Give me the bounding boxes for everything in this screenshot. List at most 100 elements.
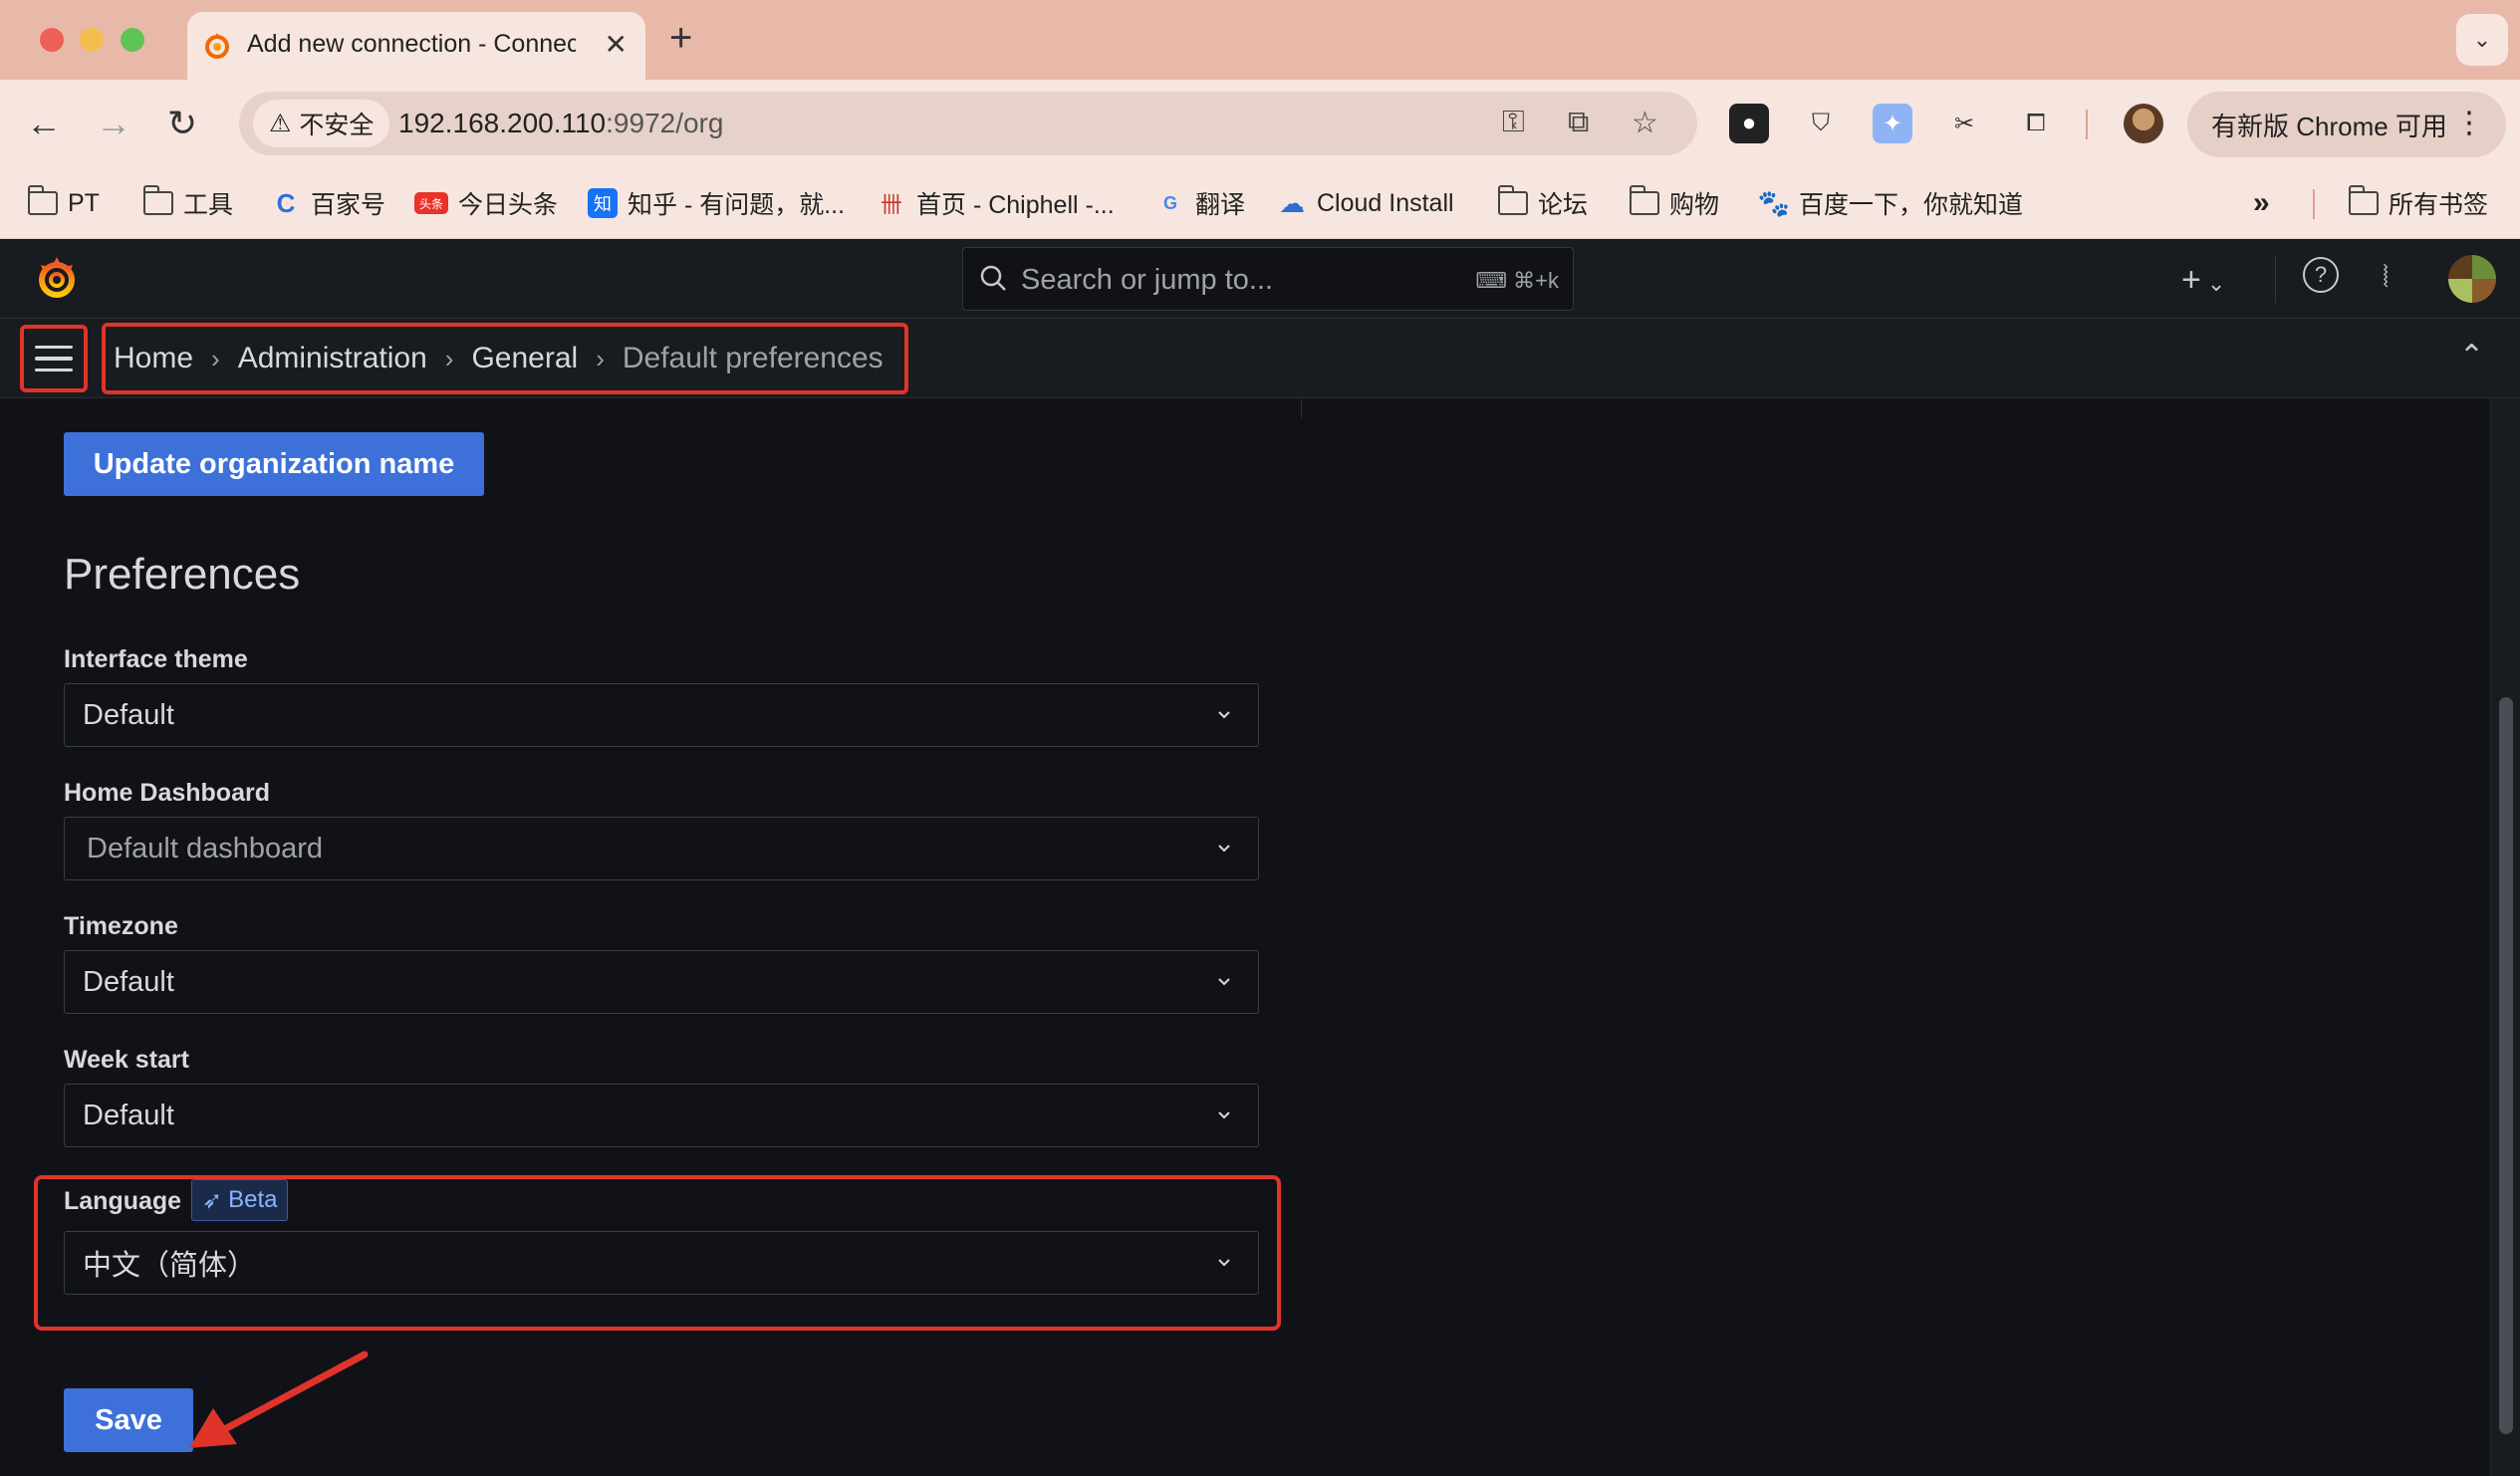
bookmark-item[interactable]: 头条 今日头条: [414, 183, 558, 223]
address-bar[interactable]: ⚠ 不安全 192.168.200.110:9972/org ⚿ ⧉ ☆: [239, 92, 1697, 155]
language-value: 中文（简体）: [83, 1250, 257, 1282]
new-tab-button[interactable]: +: [669, 18, 692, 58]
home-dashboard-placeholder: Default dashboard: [87, 832, 323, 864]
bookmark-item[interactable]: C 百家号: [271, 183, 385, 223]
menu-toggle-button[interactable]: [20, 325, 88, 392]
minimize-window-button[interactable]: [80, 28, 104, 52]
translate-extension-icon[interactable]: ✦: [1873, 104, 1912, 143]
tab-title: Add new connection - Connec: [247, 30, 576, 58]
grafana-logo-icon[interactable]: [32, 253, 82, 303]
search-input[interactable]: Search or jump to... ⌨ ⌘+k: [962, 247, 1574, 311]
translate-page-icon[interactable]: ⧉: [1568, 106, 1589, 139]
extension-icon[interactable]: ●: [1729, 104, 1769, 143]
close-window-button[interactable]: [40, 28, 64, 52]
toolbar-divider: [2086, 110, 2088, 139]
chevron-down-icon: [1218, 711, 1230, 719]
profile-avatar[interactable]: [2124, 104, 2163, 143]
timezone-select[interactable]: Default: [64, 950, 1259, 1014]
week-start-label: Week start: [64, 1046, 189, 1074]
forward-icon[interactable]: →: [96, 104, 131, 143]
chevron-right-icon: ›: [211, 343, 220, 373]
folder-icon: [1629, 185, 1659, 215]
chevron-up-icon[interactable]: ⌃: [2459, 339, 2484, 373]
zhihu-icon: 知: [588, 188, 618, 218]
shield-extension-icon[interactable]: ⛉: [1801, 104, 1841, 143]
help-icon[interactable]: ?: [2303, 257, 2339, 293]
browser-tab[interactable]: Add new connection - Connec ✕: [187, 12, 645, 80]
search-placeholder: Search or jump to...: [1021, 264, 1274, 296]
bookmark-item[interactable]: ☁ Cloud Install: [1277, 183, 1454, 223]
grafana-favicon-icon: [205, 33, 229, 59]
security-chip[interactable]: ⚠ 不安全: [253, 100, 390, 147]
scrollbar[interactable]: [2490, 398, 2520, 1476]
warning-icon: ⚠: [269, 110, 292, 137]
keyboard-shortcut-hint: ⌨ ⌘+k: [1475, 268, 1559, 293]
interface-theme-select[interactable]: Default: [64, 683, 1259, 747]
baidu-icon: 🐾: [1757, 187, 1791, 218]
chevron-right-icon: ›: [444, 343, 454, 373]
preferences-title: Preferences: [64, 550, 301, 599]
bookmark-item[interactable]: 卌首页 - Chiphell -...: [877, 183, 1115, 223]
keyboard-icon: ⌨: [1475, 268, 1514, 293]
add-new-icon[interactable]: + ⌄: [2181, 261, 2225, 300]
folder-icon: [2348, 185, 2379, 215]
home-dashboard-select[interactable]: Default dashboard: [64, 817, 1259, 880]
breadcrumb-current: Default preferences: [622, 342, 883, 374]
bookmark-item[interactable]: G 翻译: [1155, 183, 1245, 223]
bookmark-star-icon[interactable]: ☆: [1632, 106, 1658, 140]
breadcrumb-home[interactable]: Home: [114, 342, 193, 375]
bookmarks-bar: PT 工具 C 百家号 头条 今日头条 知知乎 - 有问题，就... 卌首页 - C…: [0, 167, 2520, 239]
topbar-divider: [2275, 255, 2276, 303]
folder-icon: [1497, 185, 1528, 215]
breadcrumb: Home › Administration › General › Defaul…: [102, 323, 908, 394]
folder-icon: [27, 185, 58, 215]
home-dashboard-label: Home Dashboard: [64, 779, 270, 807]
user-avatar[interactable]: [2448, 255, 2496, 303]
search-icon: [980, 265, 1006, 291]
save-button[interactable]: Save: [64, 1388, 193, 1452]
bookmark-item[interactable]: 论坛: [1497, 183, 1588, 223]
timezone-value: Default: [83, 965, 174, 998]
chrome-update-button[interactable]: 有新版 Chrome 可用 ⋮: [2187, 92, 2506, 157]
more-bookmarks-icon[interactable]: »: [2253, 183, 2270, 223]
week-start-select[interactable]: Default: [64, 1084, 1259, 1147]
screenshot-extension-icon[interactable]: ✂: [1944, 104, 1984, 143]
bookmarks-divider: [2313, 189, 2315, 219]
extensions-puzzle-icon[interactable]: ⧠: [2016, 104, 2056, 143]
password-key-icon[interactable]: ⚿: [1502, 106, 1525, 139]
toutiao-icon: 头条: [414, 192, 448, 214]
tab-close-icon[interactable]: ✕: [605, 28, 628, 61]
annotation-arrow-icon: [189, 1351, 369, 1448]
chevron-down-icon: [1218, 978, 1230, 986]
update-organization-name-button[interactable]: Update organization name: [64, 432, 484, 496]
bookmark-item[interactable]: 知知乎 - 有问题，就...: [588, 183, 845, 223]
week-start-value: Default: [83, 1099, 174, 1131]
chrome-update-label: 有新版 Chrome 可用: [2211, 111, 2447, 141]
bookmark-item[interactable]: 购物: [1629, 183, 1719, 223]
beta-badge: ➶ Beta: [191, 1179, 289, 1221]
grafana-breadcrumb-bar: Home › Administration › General › Defaul…: [0, 319, 2520, 398]
language-select[interactable]: 中文（简体）: [64, 1231, 1259, 1295]
more-menu-icon[interactable]: ⋮: [2454, 106, 2484, 140]
chevron-down-icon: [1218, 845, 1230, 853]
breadcrumb-administration[interactable]: Administration: [238, 342, 427, 375]
news-feed-icon[interactable]: ⦚: [2383, 261, 2389, 295]
language-label: Language: [64, 1187, 182, 1215]
bookmark-item[interactable]: 工具: [142, 183, 233, 223]
back-icon[interactable]: ←: [26, 104, 62, 143]
bookmark-item[interactable]: PT: [27, 183, 100, 223]
bookmark-item[interactable]: 🐾 百度一下，你就知道: [1757, 183, 2023, 223]
rocket-icon: ➶: [202, 1186, 223, 1214]
beta-label: Beta: [228, 1186, 278, 1213]
chiphell-icon: 卌: [880, 192, 902, 217]
url-text[interactable]: 192.168.200.110:9972/org: [398, 108, 723, 139]
tab-search-button[interactable]: ⌄: [2456, 14, 2508, 66]
breadcrumb-general[interactable]: General: [471, 342, 578, 375]
maximize-window-button[interactable]: [121, 28, 144, 52]
scrollbar-thumb[interactable]: [2499, 697, 2513, 1434]
reload-icon[interactable]: ↻: [167, 104, 197, 143]
chevron-right-icon: ›: [596, 343, 605, 373]
all-bookmarks[interactable]: 所有书签: [2348, 183, 2488, 223]
security-label: 不安全: [299, 112, 375, 139]
folder-icon: [142, 185, 173, 215]
